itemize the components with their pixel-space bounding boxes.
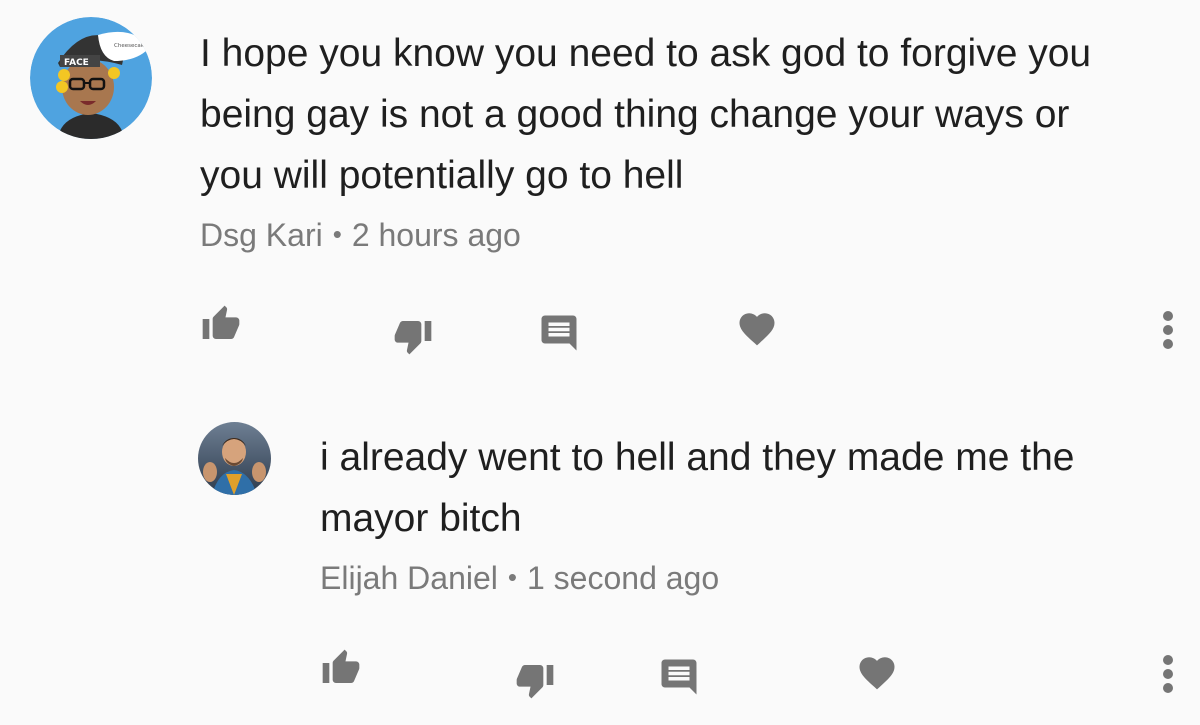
more-options-button[interactable] [1160, 310, 1176, 350]
comment-line: being gay is not a good thing change you… [200, 93, 1070, 136]
more-options-button[interactable] [1160, 654, 1176, 694]
author-name[interactable]: Dsg Kari [200, 217, 323, 253]
like-button[interactable] [318, 648, 364, 688]
thumbs-up-icon [202, 305, 240, 339]
heart-button[interactable] [855, 652, 899, 694]
thumbs-up-icon [322, 649, 360, 683]
reply-avatar[interactable] [198, 422, 271, 495]
author-name[interactable]: Elijah Daniel [320, 560, 498, 596]
cartoon-avatar-icon: FACE Cheesecake [30, 17, 152, 139]
heart-icon [859, 657, 895, 690]
reply-text: i already went to hell and they made me … [320, 427, 1074, 549]
reply-button[interactable] [537, 312, 581, 354]
thumbs-down-icon [516, 665, 554, 699]
like-button[interactable] [198, 304, 244, 344]
comments-thread: FACE Cheesecake I hope you know you need… [0, 0, 1200, 725]
comment-line: i already went to hell and they made me … [320, 436, 1075, 479]
photo-avatar-icon [198, 422, 271, 495]
heart-icon [739, 313, 775, 346]
dislike-button[interactable] [390, 316, 436, 356]
timestamp[interactable]: 2 hours ago [352, 217, 521, 253]
comment-text: I hope you know you need to ask god to f… [200, 23, 1091, 206]
meta-separator: • [332, 219, 342, 249]
comment-line: you will potentially go to hell [200, 154, 684, 197]
commenter-avatar[interactable]: FACE Cheesecake [30, 17, 152, 139]
reply-button[interactable] [657, 656, 701, 698]
comment-icon [541, 315, 577, 351]
comment-icon [661, 659, 697, 695]
more-vertical-icon [1163, 311, 1173, 349]
thumbs-down-icon [394, 321, 432, 355]
hat-label: FACE [64, 58, 89, 68]
comment-line: mayor bitch [320, 497, 522, 540]
comment-line: I hope you know you need to ask god to f… [200, 32, 1092, 75]
avatar-badge: Cheesecake [114, 43, 148, 49]
comment-meta: Dsg Kari • 2 hours ago [200, 215, 521, 257]
meta-separator: • [507, 562, 517, 592]
timestamp[interactable]: 1 second ago [527, 560, 719, 596]
heart-button[interactable] [735, 308, 779, 350]
dislike-button[interactable] [512, 660, 558, 700]
more-vertical-icon [1163, 655, 1173, 693]
reply-meta: Elijah Daniel • 1 second ago [320, 558, 719, 600]
